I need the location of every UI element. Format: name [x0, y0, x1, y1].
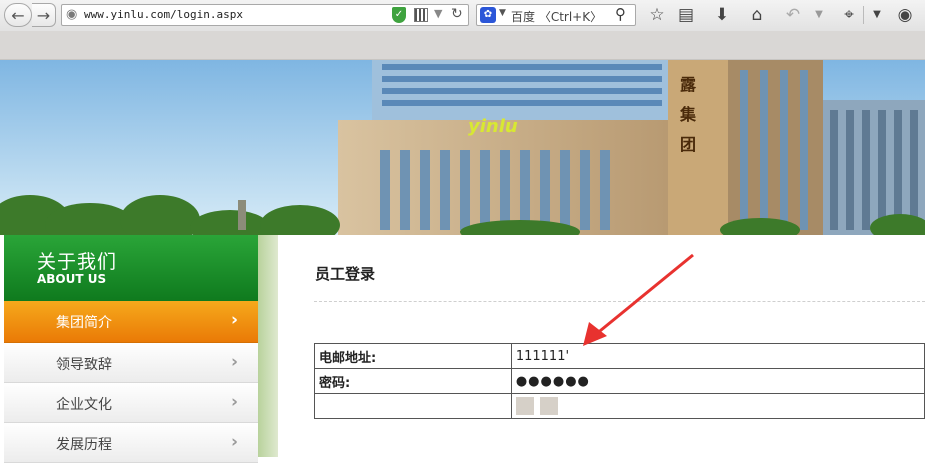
empty-cell [314, 393, 512, 419]
email-label: 电邮地址: [314, 343, 512, 369]
download-icon[interactable]: ⬇ [711, 5, 733, 25]
menu-icon[interactable]: ▼ [866, 9, 888, 20]
undo-dropdown-icon[interactable]: ▼ [808, 9, 830, 20]
yinlu-logo-text: yinlu [468, 116, 518, 137]
sidebar-item-history[interactable]: 发展历程 › [4, 423, 258, 463]
sidebar: 关于我们 ABOUT US 集团简介 › 领导致辞 › 企业文化 › 发展历程 … [4, 235, 258, 463]
home-icon[interactable]: ⌂ [746, 5, 768, 25]
sidebar-item-label: 集团简介 [56, 315, 112, 331]
chevron-right-icon: › [230, 352, 238, 372]
shield-icon[interactable]: ✓ [392, 7, 406, 23]
password-field[interactable]: ●●●●●● [510, 368, 925, 394]
sidebar-item-leadership-speech[interactable]: 领导致辞 › [4, 343, 258, 383]
toolbar-divider [863, 6, 864, 24]
chevron-right-icon: › [230, 432, 238, 452]
engine-dropdown-icon[interactable]: ▼ [499, 8, 506, 18]
back-icon: ← [11, 5, 25, 25]
sidebar-item-label: 领导致辞 [56, 357, 112, 373]
sidebar-shadow-strip [258, 235, 278, 457]
chevron-right-icon: › [230, 310, 238, 330]
undo-icon[interactable]: ↶ [782, 5, 804, 25]
buttons-cell [510, 393, 925, 419]
back-button[interactable]: ← [4, 3, 32, 27]
chat-icon[interactable]: ◉ [894, 5, 916, 25]
url-bar[interactable]: ◉ www.yinlu.com/login.aspx ✓ ▼ ↻ [61, 4, 469, 26]
search-placeholder[interactable]: 百度 〈Ctrl+K〉 [511, 8, 602, 25]
email-field[interactable]: 111111' [510, 343, 925, 369]
forward-icon: → [36, 5, 51, 25]
password-label: 密码: [314, 368, 512, 394]
arrow-shaft [594, 253, 694, 337]
sidebar-title-en: ABOUT US [37, 272, 107, 286]
sidebar-item-group-intro[interactable]: 集团简介 › [4, 301, 258, 343]
url-dropdown-icon[interactable]: ▼ [434, 7, 442, 20]
banner-vertical-char-3: 团 [680, 135, 696, 154]
sidebar-item-label: 企业文化 [56, 397, 112, 413]
sidebar-title-cn: 关于我们 [37, 251, 118, 273]
search-icon[interactable]: ⚲ [615, 5, 626, 23]
star-icon[interactable]: ☆ [646, 5, 668, 25]
tab-strip-area [0, 31, 925, 60]
forward-button[interactable]: → [32, 3, 56, 27]
banner-image: yinlu 露 集 团 [0, 60, 925, 235]
annotation-arrow [583, 253, 694, 346]
reset-button[interactable] [539, 397, 558, 415]
qr-icon[interactable] [414, 8, 428, 22]
sidebar-header: 关于我们 ABOUT US [4, 235, 258, 301]
page-title: 员工登录 [315, 265, 376, 283]
url-text[interactable]: www.yinlu.com/login.aspx [84, 8, 243, 21]
search-bar[interactable]: ✿ ▼ 百度 〈Ctrl+K〉 ⚲ [476, 4, 636, 26]
arrow-head [583, 322, 607, 346]
sidebar-item-corporate-culture[interactable]: 企业文化 › [4, 383, 258, 423]
login-form: 电邮地址: 111111' 密码: ●●●●●● [314, 343, 925, 419]
globe-icon: ◉ [66, 7, 78, 22]
password-row: 密码: ●●●●●● [314, 368, 925, 394]
baidu-paw-icon[interactable]: ✿ [480, 7, 496, 23]
buttons-row [314, 393, 925, 419]
header-banner: yinlu 露 集 团 [0, 60, 925, 235]
banner-vertical-char-2: 集 [679, 105, 697, 124]
password-dots: ●●●●●● [515, 373, 590, 389]
login-button[interactable] [515, 397, 534, 415]
banner-vertical-char-1: 露 [680, 75, 697, 94]
chevron-right-icon: › [230, 392, 238, 412]
reload-icon[interactable]: ↻ [451, 6, 463, 22]
sidebar-item-label: 发展历程 [56, 437, 112, 453]
browser-toolbar: ← → ◉ www.yinlu.com/login.aspx ✓ ▼ ↻ ✿ ▼… [0, 0, 925, 32]
crop-icon[interactable]: ⌖ [838, 5, 860, 25]
bookmarks-icon[interactable]: ▤ [675, 5, 697, 25]
